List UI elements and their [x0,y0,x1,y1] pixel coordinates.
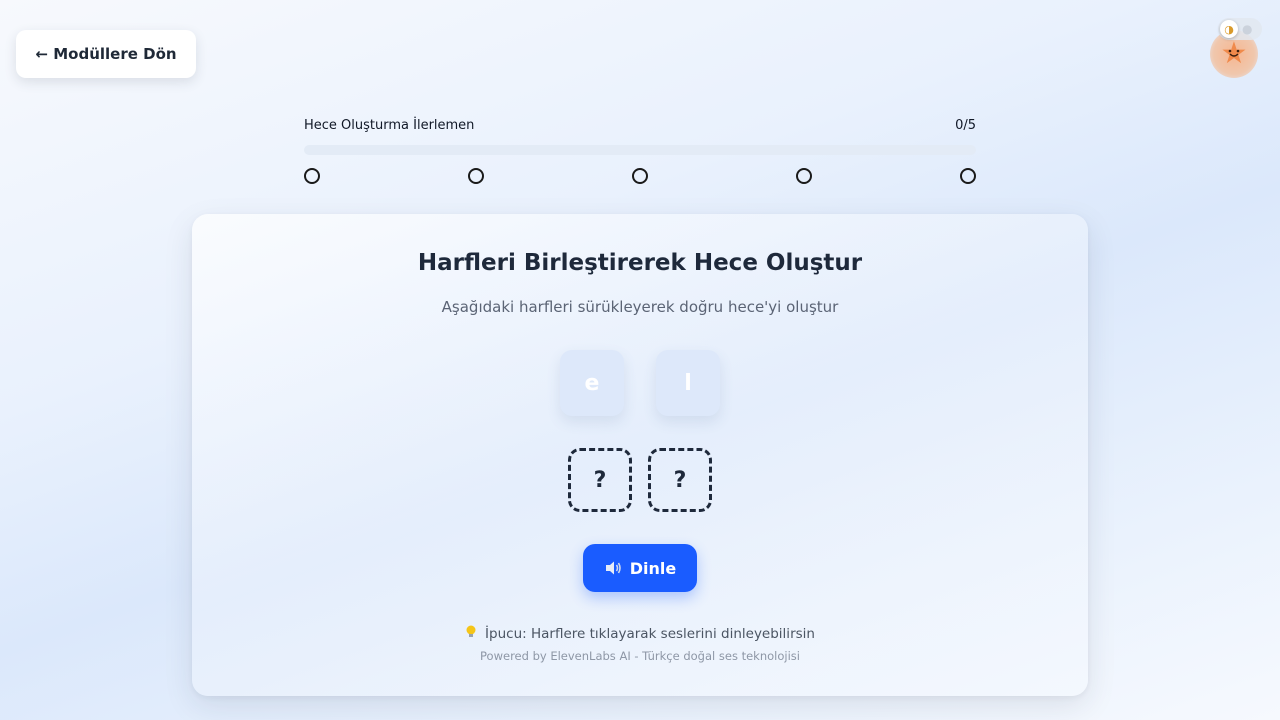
progress-steps [304,168,976,184]
letter-tile[interactable]: e [560,350,624,416]
listen-button[interactable]: Dinle [583,544,697,592]
hint-text: İpucu: Harflere tıklayarak seslerini din… [485,625,815,642]
hint-row: İpucu: Harflere tıklayarak seslerini din… [192,625,1088,642]
progress-step-marker [468,168,484,184]
powered-by-text: Powered by ElevenLabs AI - Türkçe doğal … [480,649,800,663]
progress-step-marker [960,168,976,184]
syllable-exercise-card: Harfleri Birleştirerek Hece Oluştur Aşağ… [192,214,1088,696]
progress-step-marker [632,168,648,184]
exercise-instructions: Aşağıdaki harfleri sürükleyerek doğru he… [441,298,839,316]
back-button-label: ← Modüllere Dön [35,45,177,63]
progress-bar [304,145,976,155]
progress-section: Hece Oluşturma İlerlemen 0/5 [304,118,976,184]
drop-slot[interactable]: ? [568,448,632,512]
drop-slot[interactable]: ? [648,448,712,512]
progress-step-marker [796,168,812,184]
theme-toggle[interactable]: ◑ ● [1218,18,1262,40]
letter-tile[interactable]: l [656,350,720,416]
speaker-icon [604,560,622,576]
sun-icon: ◑ [1220,20,1238,38]
back-to-modules-button[interactable]: ← Modüllere Dön [16,30,196,78]
progress-count: 0/5 [955,118,976,133]
exercise-title: Harfleri Birleştirerek Hece Oluştur [417,250,863,276]
lightbulb-icon [465,625,477,642]
moon-icon: ● [1242,22,1253,36]
progress-label: Hece Oluşturma İlerlemen [304,118,475,133]
listen-button-label: Dinle [629,558,677,578]
progress-step-marker [304,168,320,184]
mascot-face-icon [1228,49,1240,57]
